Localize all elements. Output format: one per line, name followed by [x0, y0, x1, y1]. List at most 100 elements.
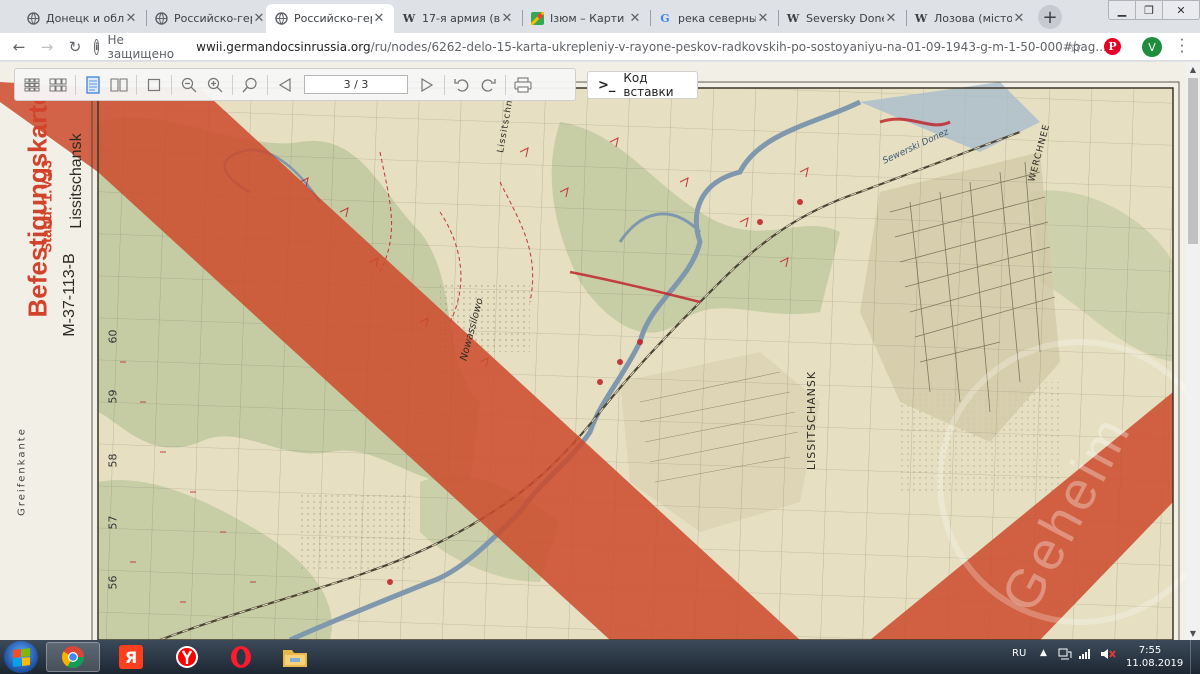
tab-4[interactable]: W 17-я армия (ве ✕: [394, 4, 522, 33]
windows-start-button[interactable]: [4, 641, 38, 673]
taskbar-opera[interactable]: [214, 642, 268, 672]
yandex-icon: Я: [119, 645, 143, 669]
tab-1[interactable]: Донецк и обла ✕: [18, 4, 146, 33]
language-indicator[interactable]: RU: [1012, 648, 1026, 659]
back-button[interactable]: ←: [8, 36, 30, 58]
fullscreen-icon[interactable]: [142, 73, 166, 97]
close-icon[interactable]: ✕: [500, 11, 514, 26]
map-image: [0, 62, 1186, 640]
toolbar-separator: [171, 74, 172, 95]
document-viewer-toolbar: 3 / 3: [14, 68, 576, 101]
rotate-right-icon[interactable]: [476, 73, 500, 97]
search-icon[interactable]: [238, 73, 262, 97]
close-icon[interactable]: ✕: [124, 11, 138, 26]
bookmark-star-icon[interactable]: ☆: [1068, 37, 1082, 56]
print-icon[interactable]: [511, 73, 535, 97]
opera-icon: [231, 646, 251, 668]
tab-title: Донецк и обла: [46, 12, 124, 25]
tab-title: Российско-гер: [174, 12, 252, 25]
wikipedia-icon: W: [914, 12, 928, 25]
reload-button[interactable]: ↻: [64, 36, 86, 58]
map-sheet-name: Lissitschansk: [68, 133, 85, 229]
close-icon[interactable]: ✕: [756, 11, 770, 26]
tab-title: Seversky Donet: [806, 12, 884, 25]
previous-page-icon[interactable]: [273, 73, 297, 97]
single-page-icon[interactable]: [81, 73, 105, 97]
book-view-icon[interactable]: [107, 73, 131, 97]
minimize-button[interactable]: ▁: [1108, 0, 1136, 20]
toolbar-separator: [444, 74, 445, 95]
network-icon[interactable]: [1058, 648, 1072, 663]
scroll-down-arrow-icon[interactable]: ▼: [1186, 626, 1200, 640]
new-tab-button[interactable]: +: [1038, 5, 1062, 29]
tab-title: Лозова (місто): [934, 12, 1012, 25]
close-icon[interactable]: ✕: [884, 11, 898, 26]
globe-icon: [154, 12, 168, 26]
zoom-out-icon[interactable]: [177, 73, 201, 97]
rotate-left-icon[interactable]: [450, 73, 474, 97]
show-hidden-icons-icon[interactable]: ▲: [1040, 648, 1047, 658]
volume-muted-icon[interactable]: [1100, 648, 1116, 663]
toolbar-separator: [505, 74, 506, 95]
profile-avatar[interactable]: V: [1142, 37, 1162, 57]
tab-strip: Донецк и обла ✕ Российско-гер ✕ Российск…: [0, 0, 1200, 33]
scroll-up-arrow-icon[interactable]: ▲: [1186, 62, 1200, 76]
page-number-input[interactable]: 3 / 3: [304, 75, 408, 94]
terminal-icon: >_: [598, 77, 616, 93]
folder-icon: [283, 650, 307, 667]
arrow-right-icon: →: [40, 38, 54, 56]
taskbar-yandex[interactable]: Я: [104, 642, 158, 672]
url-domain: wwii.germandocsinrussia.org: [196, 40, 371, 54]
embed-code-button[interactable]: >_ Код вставки: [587, 71, 698, 99]
taskbar-chrome[interactable]: [46, 642, 100, 672]
tab-5[interactable]: Ізюм – Карти G ✕: [522, 4, 650, 33]
url-text: wwii.germandocsinrussia.org/ru/nodes/626…: [196, 40, 1107, 54]
google-maps-icon: [530, 12, 544, 26]
close-icon[interactable]: ✕: [628, 11, 642, 26]
forward-button[interactable]: →: [36, 36, 58, 58]
grid-number: 60: [106, 329, 120, 344]
signal-bars-icon[interactable]: [1078, 648, 1092, 663]
system-clock[interactable]: 7:55 11.08.2019: [1126, 644, 1184, 670]
scroll-thumb[interactable]: [1188, 78, 1198, 244]
tab-7[interactable]: W Seversky Donet ✕: [778, 4, 906, 33]
url-path: /ru/nodes/6262-delo-15-karta-ukrepleniy-…: [370, 40, 1107, 54]
wikipedia-icon: W: [402, 12, 416, 25]
grid-number: 56: [106, 575, 120, 590]
maximize-button[interactable]: ❐: [1135, 0, 1163, 20]
reload-icon: ↻: [68, 38, 82, 56]
thumbnails-list-icon[interactable]: [46, 73, 70, 97]
menu-dots-icon[interactable]: · · ·: [1178, 33, 1186, 60]
info-icon[interactable]: i: [94, 39, 100, 55]
taskbar-yandex-browser[interactable]: [160, 642, 214, 672]
address-bar[interactable]: i Не защищено wwii.germandocsinrussia.or…: [94, 33, 1107, 61]
pdf-page-content: Befestigungskarte Stand: 1.V.43 M-37-113…: [0, 62, 1186, 640]
clock-date: 11.08.2019: [1126, 658, 1184, 669]
globe-icon: [26, 12, 40, 26]
map-sheet-id: M-37-113-B: [61, 253, 78, 337]
tab-8[interactable]: W Лозова (місто) ✕: [906, 4, 1034, 33]
close-window-button[interactable]: ✕: [1162, 0, 1200, 20]
close-icon[interactable]: ✕: [372, 11, 386, 26]
windows-logo-icon: [12, 647, 30, 667]
show-desktop-button[interactable]: [1190, 640, 1200, 674]
browser-toolbar: ← → ↻ i Не защищено wwii.germandocsinrus…: [0, 33, 1200, 61]
zoom-in-icon[interactable]: [203, 73, 227, 97]
toolbar-separator: [75, 74, 76, 95]
pinterest-extension-icon[interactable]: P: [1104, 38, 1121, 55]
google-icon: G: [660, 12, 670, 25]
taskbar-file-explorer[interactable]: [268, 642, 322, 672]
tab-2[interactable]: Российско-гер ✕: [146, 4, 274, 33]
close-icon[interactable]: ✕: [252, 11, 266, 26]
thumbnails-grid-icon[interactable]: [20, 73, 44, 97]
grid-number: 59: [106, 389, 120, 404]
next-page-icon[interactable]: [415, 73, 439, 97]
close-icon[interactable]: ✕: [1012, 11, 1026, 26]
map-stand-label: Stand: 1.V.43: [38, 160, 56, 253]
vertical-scrollbar[interactable]: ▲ ▼: [1186, 62, 1200, 640]
tab-6[interactable]: G река северный ✕: [650, 4, 778, 33]
tab-3-active[interactable]: Российско-гер ✕: [266, 4, 394, 33]
globe-icon: [274, 12, 288, 26]
arrow-left-icon: ←: [12, 38, 26, 56]
tab-title: 17-я армия (ве: [422, 12, 500, 25]
